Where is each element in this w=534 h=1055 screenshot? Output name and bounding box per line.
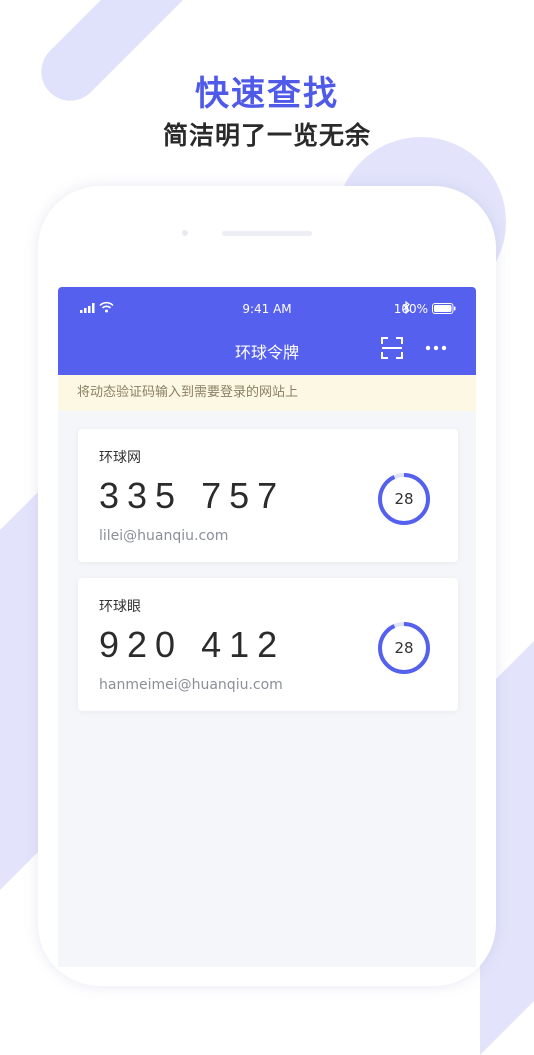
token-code: 335 757 [99,475,286,516]
token-site-name: 环球网 [99,450,141,466]
token-account: hanmeimei@huanqiu.com [99,677,283,693]
token-code: 920 412 [99,624,286,665]
countdown-seconds: 28 [394,490,414,508]
phone-camera [182,230,188,236]
notice-banner: 将动态验证码输入到需要登录的网站上 [58,375,476,411]
app-screen: 9:41 AM 100% 环球令牌 将动态验证码输入到需要登录的网站上 环球网 … [58,287,476,967]
promo-title: 快速查找 [195,74,339,114]
nav-title: 环球令牌 [234,343,299,362]
status-bar: 9:41 AM 100% [58,287,476,329]
countdown-timer: 28 [376,471,432,527]
countdown-seconds: 28 [394,639,414,657]
phone-speaker [222,231,312,236]
phone-mockup: 9:41 AM 100% 环球令牌 将动态验证码输入到需要登录的网站上 环球网 … [38,186,496,986]
battery-percent: 100% [393,302,428,316]
more-icon[interactable] [424,339,448,357]
token-account: lilei@huanqiu.com [99,528,229,544]
token-card[interactable]: 环球眼 920 412 hanmeimei@huanqiu.com 28 [78,578,458,711]
scan-icon[interactable] [380,336,404,360]
countdown-timer: 28 [376,620,432,676]
battery-icon [432,303,456,314]
token-card[interactable]: 环球网 335 757 lilei@huanqiu.com 28 [78,429,458,562]
app-header: 9:41 AM 100% 环球令牌 [58,287,476,375]
token-site-name: 环球眼 [99,599,141,615]
promo-subtitle: 简洁明了一览无余 [162,121,371,150]
nav-bar: 环球令牌 [58,329,476,375]
